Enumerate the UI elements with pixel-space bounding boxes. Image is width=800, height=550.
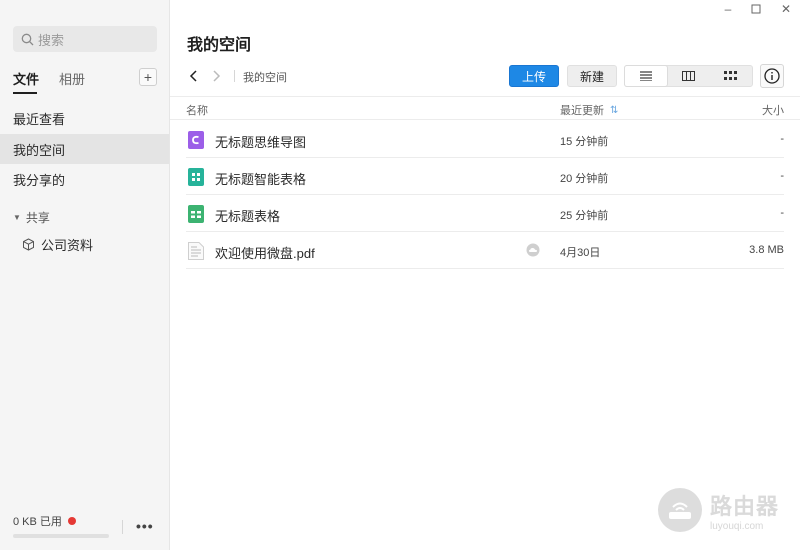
sidebar-item-recent[interactable]: 最近查看 bbox=[0, 103, 169, 133]
sidebar-item-label: 公司资料 bbox=[41, 237, 94, 253]
search-input[interactable]: 搜索 bbox=[13, 26, 157, 52]
watermark-subtitle: luyouqi.com bbox=[710, 520, 764, 532]
sidebar-item-label: 最近查看 bbox=[13, 111, 66, 127]
list-view-button[interactable] bbox=[625, 66, 668, 86]
search-icon bbox=[21, 33, 34, 45]
table-row[interactable]: 欢迎使用微盘.pdf 4月30日 3.8 MB bbox=[186, 232, 784, 269]
shared-section-label: 共享 bbox=[25, 211, 50, 225]
sidebar-tabs: 文件 相册 + bbox=[13, 68, 157, 88]
smart-table-icon bbox=[188, 168, 204, 186]
file-size: - bbox=[780, 207, 784, 219]
grid-view-button[interactable] bbox=[710, 66, 752, 86]
file-size: - bbox=[780, 170, 784, 182]
file-size: 3.8 MB bbox=[749, 244, 784, 256]
list-icon bbox=[640, 71, 653, 81]
tab-underline bbox=[13, 92, 37, 94]
info-button[interactable] bbox=[760, 64, 784, 88]
spreadsheet-icon bbox=[188, 205, 204, 223]
file-updated: 20 分钟前 bbox=[560, 173, 609, 185]
column-header-updated-label: 最近更新 bbox=[560, 105, 604, 117]
sidebar-item-label: 我分享的 bbox=[13, 172, 66, 188]
divider bbox=[122, 520, 123, 534]
storage-usage: 0 KB 已用 bbox=[13, 513, 76, 529]
file-name: 无标题智能表格 bbox=[215, 172, 307, 187]
status-dot bbox=[67, 517, 76, 525]
cube-icon bbox=[23, 237, 34, 251]
file-name: 无标题表格 bbox=[215, 209, 281, 224]
back-button[interactable] bbox=[187, 68, 201, 84]
column-header-updated[interactable]: 最近更新 ⇅ bbox=[560, 102, 618, 118]
breadcrumb[interactable]: 我的空间 bbox=[243, 69, 287, 85]
grid-icon bbox=[724, 71, 738, 80]
storage-bar bbox=[13, 534, 109, 538]
cloud-icon bbox=[526, 243, 540, 257]
sidebar-item-company-files[interactable]: 公司资料 bbox=[22, 235, 93, 253]
maximize-icon bbox=[751, 4, 761, 14]
file-name: 无标题思维导图 bbox=[215, 135, 307, 150]
table-row[interactable]: 无标题表格 25 分钟前 - bbox=[186, 195, 784, 232]
table-row[interactable]: 无标题智能表格 20 分钟前 - bbox=[186, 158, 784, 195]
close-button[interactable]: ✕ bbox=[777, 2, 795, 16]
file-size: - bbox=[780, 133, 784, 145]
table-header: 名称 最近更新 ⇅ 大小 bbox=[170, 96, 800, 120]
pdf-file-icon bbox=[188, 242, 204, 260]
shared-section-header[interactable]: ▼ 共享 bbox=[13, 209, 50, 226]
minimize-button[interactable]: – bbox=[719, 2, 737, 16]
upload-button[interactable]: 上传 bbox=[509, 65, 559, 87]
tab-albums[interactable]: 相册 bbox=[59, 69, 85, 88]
watermark-text: 路由器 luyouqi.com bbox=[710, 489, 779, 532]
router-logo-icon bbox=[658, 488, 702, 532]
forward-button[interactable] bbox=[209, 68, 223, 84]
more-button[interactable]: ••• bbox=[136, 518, 154, 534]
new-button[interactable]: 新建 bbox=[567, 65, 617, 87]
file-updated: 25 分钟前 bbox=[560, 210, 609, 222]
divider bbox=[234, 70, 235, 82]
column-header-size[interactable]: 大小 bbox=[762, 102, 784, 118]
storage-label: 0 KB 已用 bbox=[13, 516, 62, 528]
page-title: 我的空间 bbox=[187, 37, 252, 54]
column-header-name[interactable]: 名称 bbox=[186, 102, 208, 118]
info-icon bbox=[764, 68, 780, 84]
table-row[interactable]: 无标题思维导图 15 分钟前 - bbox=[186, 121, 784, 158]
chevron-right-icon bbox=[213, 70, 221, 82]
maximize-button[interactable] bbox=[747, 2, 765, 16]
sort-icon: ⇅ bbox=[610, 104, 619, 116]
file-updated: 4月30日 bbox=[560, 247, 601, 259]
mindmap-icon bbox=[188, 131, 204, 149]
watermark-title: 路由器 bbox=[710, 493, 780, 519]
chevron-left-icon bbox=[189, 70, 197, 82]
sidebar-item-label: 我的空间 bbox=[13, 142, 66, 158]
file-updated: 15 分钟前 bbox=[560, 136, 609, 148]
add-button[interactable]: + bbox=[139, 68, 157, 86]
tab-files[interactable]: 文件 bbox=[13, 69, 39, 88]
sidebar-item-my-space[interactable]: 我的空间 bbox=[0, 134, 169, 164]
column-view-button[interactable] bbox=[667, 66, 709, 86]
watermark: 路由器 luyouqi.com bbox=[658, 484, 788, 536]
columns-icon bbox=[681, 71, 695, 81]
sidebar: 搜索 文件 相册 + 最近查看 我的空间 我分享的 ▼ 共享 公司资料 0 KB… bbox=[0, 0, 170, 550]
file-name: 欢迎使用微盘.pdf bbox=[215, 246, 315, 261]
sidebar-item-my-shares[interactable]: 我分享的 bbox=[0, 164, 169, 194]
view-mode-switcher bbox=[624, 65, 753, 87]
search-placeholder: 搜索 bbox=[38, 32, 65, 48]
caret-down-icon: ▼ bbox=[13, 213, 21, 222]
